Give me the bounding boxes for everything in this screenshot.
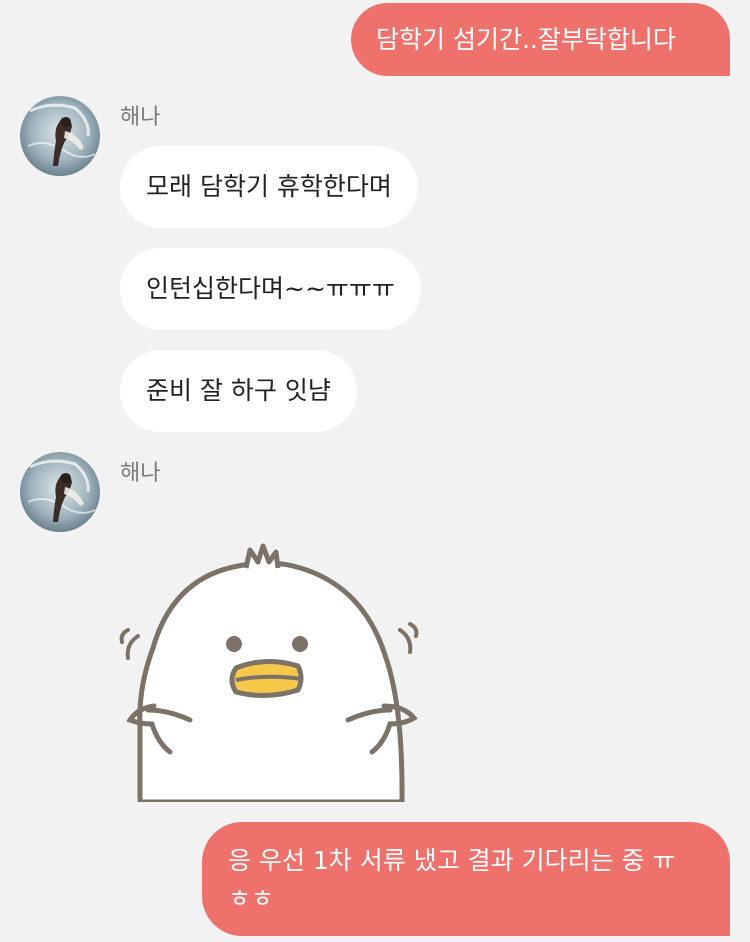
sender-avatar[interactable]: [20, 452, 100, 532]
sender-name: 해나: [120, 105, 161, 130]
incoming-message-bubble[interactable]: 인턴십한다며~~ㅠㅠㅠ: [120, 248, 421, 330]
incoming-message-bubble[interactable]: 모래 담학기 휴학한다며: [120, 146, 418, 228]
avatar-photo: [20, 452, 100, 532]
message-text: 인턴십한다며~~ㅠㅠㅠ: [146, 274, 395, 303]
message-text: 준비 잘 하구 잇냠: [146, 376, 331, 405]
duck-sticker-icon: [119, 543, 419, 805]
avatar-photo: [20, 96, 100, 176]
outgoing-message-bubble[interactable]: 응 우선 1차 서류 냈고 결과 기다리는 중 ㅠ ㅎㅎ: [202, 822, 730, 936]
sender-avatar[interactable]: [20, 96, 100, 176]
message-text-line: ㅎㅎ: [228, 884, 275, 913]
message-text: 모래 담학기 휴학한다며: [146, 172, 392, 201]
outgoing-message-bubble[interactable]: 담학기 섬기간..잘부탁합니다: [351, 3, 730, 76]
incoming-message-bubble[interactable]: 준비 잘 하구 잇냠: [120, 350, 357, 432]
white-duck-sticker[interactable]: [118, 538, 428, 805]
sender-name: 해나: [120, 461, 161, 486]
message-text-line: 응 우선 1차 서류 냈고 결과 기다리는 중 ㅠ: [228, 846, 676, 875]
message-text: 담학기 섬기간..잘부탁합니다: [376, 25, 676, 54]
